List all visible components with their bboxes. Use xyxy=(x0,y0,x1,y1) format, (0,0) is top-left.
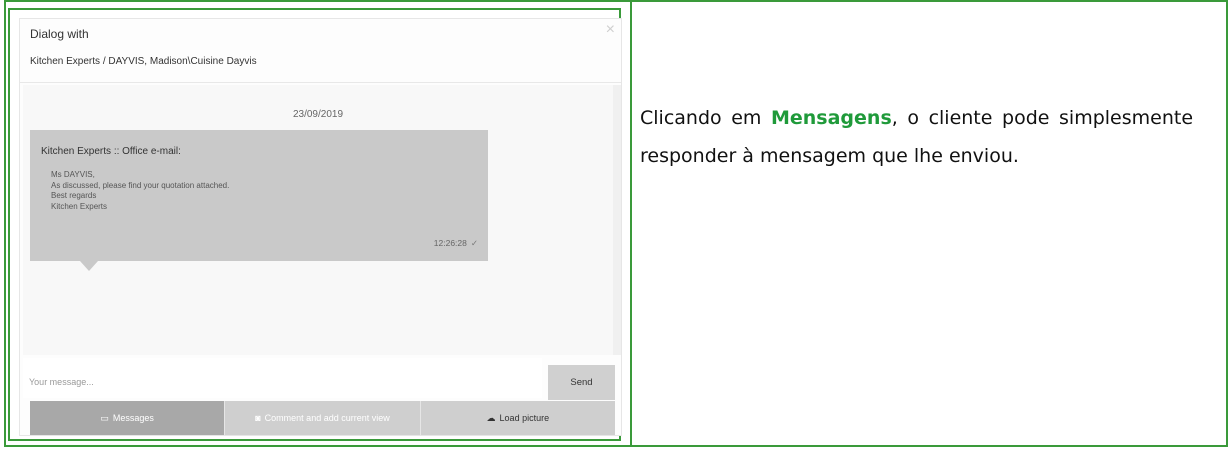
tab-messages[interactable]: ▭ Messages xyxy=(30,401,226,435)
cell-divider xyxy=(630,2,632,445)
message-line: Ms DAYVIS, xyxy=(51,170,95,179)
message-sender: Kitchen Experts :: Office e-mail: xyxy=(41,146,181,157)
message-input[interactable] xyxy=(23,358,542,398)
message-time: 12:26:28 xyxy=(433,238,467,248)
message-line: As discussed, please find your quotation… xyxy=(51,180,230,190)
tab-comment-view[interactable]: ◙ Comment and add current view xyxy=(225,401,421,435)
send-button[interactable]: Send xyxy=(548,365,615,400)
description-text: Clicando em Mensagens, o cliente pode si… xyxy=(640,99,1193,175)
dialog-title: Dialog with xyxy=(30,27,89,41)
message-line: Kitchen Experts xyxy=(51,201,108,211)
dialog-subtitle: Kitchen Experts / DAYVIS, Madison\Cuisin… xyxy=(30,56,257,67)
tab-label: Messages xyxy=(112,413,154,423)
description-highlight: Mensagens xyxy=(770,107,892,129)
upload-icon: ☁ xyxy=(486,412,496,423)
message-body: Ms DAYVIS, As discussed, please find you… xyxy=(51,170,229,212)
chat-date: 23/09/2019 xyxy=(292,109,344,120)
header-divider xyxy=(20,82,621,83)
tab-label: Comment and add current view xyxy=(264,413,390,423)
tab-label: Load picture xyxy=(499,413,550,423)
chat-scrollbar[interactable] xyxy=(613,85,621,355)
bubble-tail xyxy=(80,261,98,271)
description-before: Clicando em xyxy=(640,107,771,129)
chat-icon: ▭ xyxy=(100,412,109,423)
camera-icon: ◙ xyxy=(255,413,261,423)
message-bubble: Kitchen Experts :: Office e-mail: Ms DAY… xyxy=(30,130,488,261)
check-icon: ✓ xyxy=(470,238,478,248)
message-line: Best regards xyxy=(51,191,97,200)
close-icon[interactable]: × xyxy=(606,22,615,38)
tab-load-picture[interactable]: ☁ Load picture xyxy=(420,401,615,435)
dialog-tabs: ▭ Messages ◙ Comment and add current vie… xyxy=(30,401,615,435)
message-time-row: 12:26:28 ✓ xyxy=(434,238,478,249)
dialog-window: Dialog with × Kitchen Experts / DAYVIS, … xyxy=(19,18,622,436)
